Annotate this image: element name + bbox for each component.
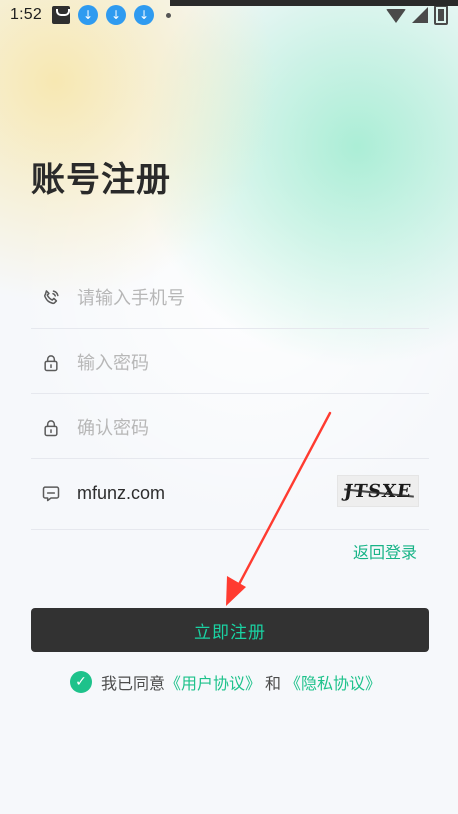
check-icon[interactable]: ✓ [70, 671, 92, 693]
signal-icon [412, 7, 428, 23]
status-icons-right [386, 5, 448, 25]
status-time: 1:52 [10, 6, 42, 23]
confirm-password-field [31, 394, 429, 459]
agreement-prefix: 我已同意 [101, 674, 166, 693]
lock-icon [41, 353, 61, 373]
captcha-field: JTSXE [31, 459, 429, 530]
phone-field [31, 264, 429, 329]
dot-icon [166, 12, 171, 18]
privacy-agreement-link[interactable]: 《隐私协议》 [285, 670, 381, 694]
agreement-and: 和 [265, 674, 282, 693]
captcha-image[interactable]: JTSXE [337, 475, 419, 507]
phone-input[interactable] [77, 280, 337, 316]
password-input[interactable] [77, 345, 337, 381]
download-icon: ↓ [78, 5, 98, 25]
confirm-password-input[interactable] [77, 410, 337, 446]
user-agreement-link[interactable]: 《用户协议》 [165, 670, 261, 694]
page-title: 账号注册 [31, 160, 171, 200]
captcha-input[interactable] [77, 475, 337, 511]
bag-icon [52, 6, 70, 24]
top-dark-strip [170, 0, 458, 6]
status-icons-left: ↓ ↓ ↓ [52, 5, 171, 25]
agreement-row: ✓ 我已同意 《用户协议》 和 《隐私协议》 [70, 670, 381, 694]
wifi-icon [386, 8, 406, 23]
register-form: JTSXE [31, 264, 429, 530]
phone-icon [41, 288, 61, 308]
captcha-icon [41, 483, 61, 503]
password-field [31, 329, 429, 394]
lock-icon [41, 418, 61, 438]
back-login-link[interactable]: 返回登录 [353, 539, 417, 563]
battery-icon [434, 5, 448, 25]
register-button[interactable]: 立即注册 [31, 608, 429, 652]
download-icon: ↓ [106, 5, 126, 25]
download-icon: ↓ [134, 5, 154, 25]
